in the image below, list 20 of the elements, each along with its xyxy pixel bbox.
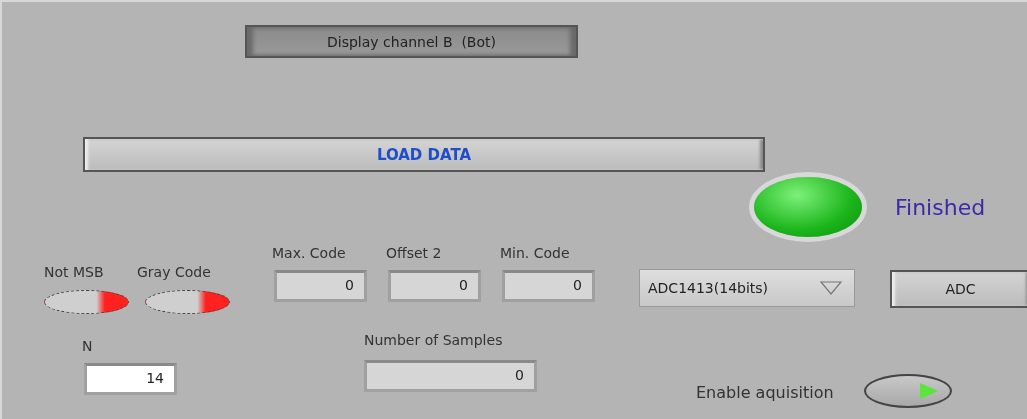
switch-label: Not MSB	[44, 264, 104, 280]
dropdown-caret-icon	[820, 281, 842, 295]
adc-button[interactable]: ADC	[890, 270, 1027, 308]
field-label: Max. Code	[272, 245, 346, 261]
field-label: Min. Code	[500, 245, 570, 261]
field-label: N	[82, 338, 93, 354]
numeric-field[interactable]: 0	[364, 360, 537, 392]
numeric-field[interactable]: 0	[502, 270, 595, 302]
adc-dropdown[interactable]: ADC1413(14bits)	[639, 269, 855, 307]
field-label: Number of Samples	[364, 332, 503, 348]
switch-label: Gray Code	[137, 264, 211, 280]
load-data-button[interactable]: LOAD DATA	[83, 137, 765, 172]
numeric-field[interactable]: 0	[274, 270, 367, 302]
numeric-field[interactable]: 0	[388, 270, 481, 302]
status-label: Finished	[895, 195, 986, 220]
display-channel-button[interactable]: Display channel B (Bot)	[245, 25, 578, 58]
numeric-field[interactable]: 14	[84, 363, 177, 395]
field-label: Offset 2	[386, 245, 442, 261]
enable-label: Enable aquisition	[696, 383, 834, 402]
play-triangle-icon	[918, 382, 940, 400]
